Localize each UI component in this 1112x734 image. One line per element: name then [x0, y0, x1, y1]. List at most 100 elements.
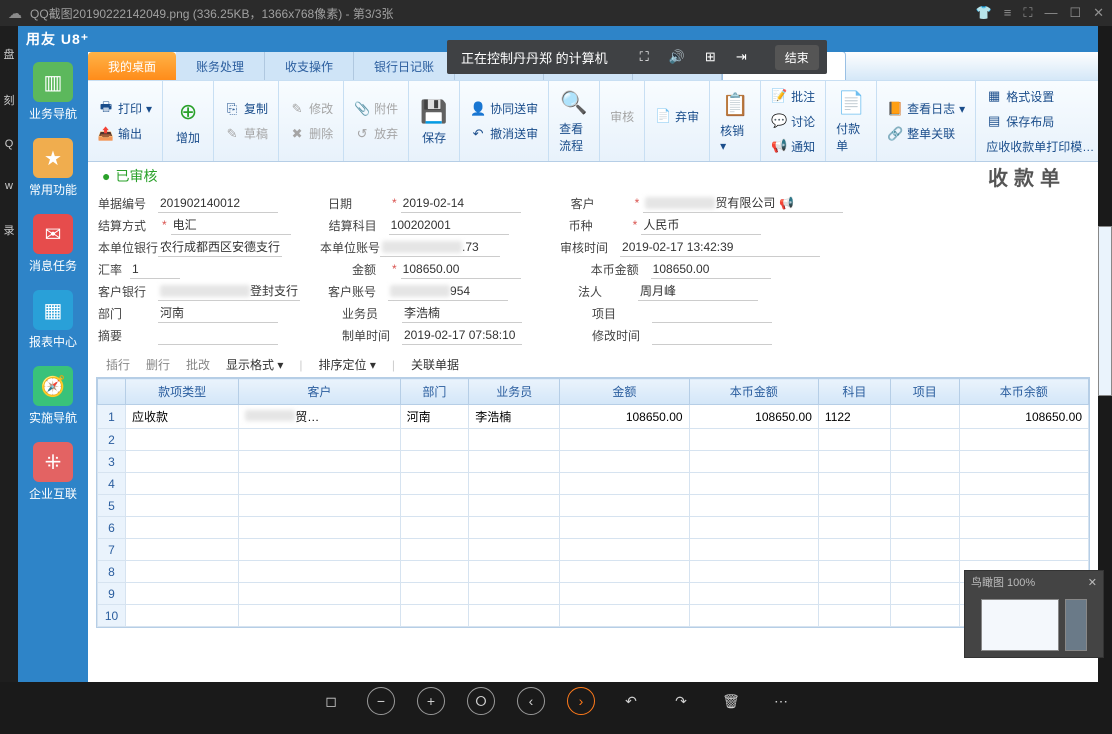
dept-label[interactable]: 部门 [98, 305, 158, 322]
format-button[interactable]: ▦格式设置 [982, 85, 1098, 108]
col-sales[interactable]: 业务员 [469, 379, 560, 405]
cell-dept[interactable] [400, 495, 469, 517]
cell-balance[interactable] [959, 495, 1088, 517]
project-field[interactable] [652, 304, 772, 323]
cell-customer[interactable] [239, 429, 400, 451]
template-button[interactable]: 应收收款单打印模… ▾ [982, 135, 1098, 158]
display-format-button[interactable]: 显示格式 ▾ [226, 356, 283, 373]
cell-subject[interactable] [818, 473, 890, 495]
speaker-icon[interactable]: 📢 [779, 196, 794, 210]
close-icon[interactable]: ✕ [1088, 576, 1097, 589]
cell-amount[interactable] [560, 539, 689, 561]
cell-type[interactable] [126, 473, 239, 495]
layout-button[interactable]: ▤保存布局 [982, 110, 1098, 133]
shirt-icon[interactable]: 👕 [976, 5, 992, 21]
customer-field[interactable]: 贸有限公司📢 [643, 194, 843, 213]
subject-field[interactable]: 100202001 [389, 216, 509, 235]
sidebar-item-common[interactable]: ★常用功能 [18, 134, 88, 202]
output-button[interactable]: 📤输出 [94, 122, 156, 145]
cell-sales[interactable] [469, 583, 560, 605]
cell-local[interactable] [689, 473, 818, 495]
cell-project[interactable] [890, 605, 959, 627]
cell-subject[interactable] [818, 429, 890, 451]
cell-project[interactable] [890, 429, 959, 451]
close-icon[interactable]: ✕ [1093, 5, 1104, 21]
dept-field[interactable]: 河南 [158, 304, 278, 323]
volume-icon[interactable]: 🔊 [669, 49, 685, 65]
customer-label[interactable]: 客户 [571, 195, 631, 212]
col-dept[interactable]: 部门 [400, 379, 469, 405]
end-button[interactable]: 结束 [775, 45, 819, 70]
cell-dept[interactable] [400, 473, 469, 495]
more-button[interactable]: ⋯ [767, 687, 795, 715]
sidebar-item-connect[interactable]: ⁜企业互联 [18, 438, 88, 506]
zoom-in-button[interactable]: + [417, 687, 445, 715]
cell-sales[interactable] [469, 495, 560, 517]
cell-balance[interactable] [959, 429, 1088, 451]
related-doc-button[interactable]: 关联单据 [411, 356, 459, 373]
col-type[interactable]: 款项类型 [126, 379, 239, 405]
table-row[interactable]: 7 [98, 539, 1089, 561]
cell-local[interactable] [689, 451, 818, 473]
table-row[interactable]: 9 [98, 583, 1089, 605]
settle-field[interactable]: 电汇 [171, 216, 291, 235]
pay-doc-button[interactable]: 📄付款单 [832, 84, 870, 158]
cell-type[interactable]: 应收款 [126, 405, 239, 429]
rotate-left-button[interactable]: ↶ [617, 687, 645, 715]
prev-button[interactable]: ‹ [517, 687, 545, 715]
cell-local[interactable] [689, 583, 818, 605]
cell-local[interactable] [689, 561, 818, 583]
cell-dept[interactable] [400, 605, 469, 627]
cell-balance[interactable] [959, 539, 1088, 561]
cell-type[interactable] [126, 517, 239, 539]
cell-sales[interactable] [469, 473, 560, 495]
cell-sales[interactable] [469, 605, 560, 627]
cell-project[interactable] [890, 405, 959, 429]
cell-type[interactable] [126, 451, 239, 473]
cell-type[interactable] [126, 583, 239, 605]
cell-dept[interactable]: 河南 [400, 405, 469, 429]
cell-amount[interactable] [560, 429, 689, 451]
cell-project[interactable] [890, 451, 959, 473]
date-field[interactable]: 2019-02-14 [401, 194, 521, 213]
col-local[interactable]: 本币金额 [689, 379, 818, 405]
verify-button[interactable]: 📋核销 ▾ [716, 86, 754, 157]
cell-subject[interactable] [818, 495, 890, 517]
cell-subject[interactable] [818, 539, 890, 561]
sidebar-item-impl[interactable]: 🧭实施导航 [18, 362, 88, 430]
table-row[interactable]: 3 [98, 451, 1089, 473]
tab-accounting[interactable]: 账务处理 [176, 52, 265, 80]
fullscreen-icon[interactable]: ⛶ [640, 49, 649, 65]
plus-icon[interactable]: ⊞ [705, 49, 716, 65]
cell-sales[interactable] [469, 539, 560, 561]
cell-local[interactable] [689, 517, 818, 539]
sidebar-item-report[interactable]: ▦报表中心 [18, 286, 88, 354]
cell-type[interactable] [126, 539, 239, 561]
cell-local[interactable] [689, 429, 818, 451]
fullscreen-icon[interactable]: ⛶ [1023, 5, 1032, 21]
cell-subject[interactable] [818, 451, 890, 473]
unaudit-button[interactable]: 📄弃审 [651, 105, 703, 128]
table-row[interactable]: 10 [98, 605, 1089, 627]
cell-balance[interactable] [959, 517, 1088, 539]
trash-button[interactable]: 🗑 [717, 687, 745, 715]
amount-field[interactable]: 108650.00 [401, 260, 521, 279]
table-row[interactable]: 2 [98, 429, 1089, 451]
col-balance[interactable]: 本币余额 [959, 379, 1088, 405]
dock-item[interactable]: Q [5, 138, 14, 150]
col-project[interactable]: 项目 [890, 379, 959, 405]
view-flow-button[interactable]: 🔍查看流程 [555, 84, 593, 158]
note-button[interactable]: 📝批注 [767, 85, 819, 108]
cell-amount[interactable] [560, 583, 689, 605]
custacct-field[interactable]: 954 [388, 282, 508, 301]
dock-item[interactable]: w [5, 180, 13, 192]
cell-sales[interactable] [469, 451, 560, 473]
print-button[interactable]: 🖶打印 ▾ [94, 97, 156, 120]
cell-type[interactable] [126, 561, 239, 583]
cell-customer[interactable] [239, 561, 400, 583]
maximize-icon[interactable]: ☐ [1069, 5, 1081, 21]
cell-local[interactable] [689, 539, 818, 561]
cell-project[interactable] [890, 561, 959, 583]
ourbank-field[interactable]: 农行成都西区安德支行 [158, 238, 282, 257]
cell-amount[interactable] [560, 605, 689, 627]
